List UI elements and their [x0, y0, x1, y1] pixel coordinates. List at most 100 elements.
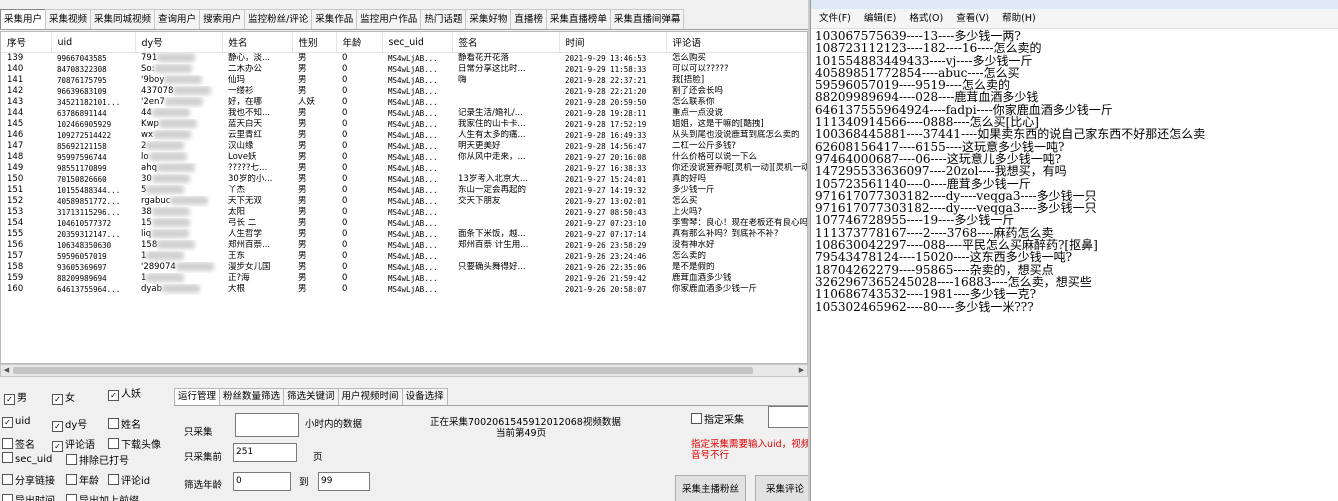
checkbox-box: ✓ — [2, 417, 13, 428]
settings-tab[interactable]: 粉丝数量筛选 — [219, 388, 285, 405]
table-cell: So: — [135, 64, 222, 75]
age-label: 筛选年龄 — [184, 480, 223, 491]
checkbox-label: sec_uid — [15, 454, 53, 465]
filter-other-checkbox[interactable]: ✓ 人妖 — [108, 385, 141, 401]
column-header[interactable]: 性别 — [292, 32, 337, 53]
table-cell: 2021-9-27 20:16:08 — [565, 153, 647, 162]
tab-item[interactable]: 采集作品 — [311, 9, 358, 29]
table-cell: 0 — [342, 284, 348, 294]
field-checkbox[interactable]: sec_uid — [2, 452, 52, 465]
tab-item[interactable]: 采集直播间弹幕 — [609, 9, 685, 29]
scroll-right-arrow-icon[interactable]: ▶ — [796, 365, 807, 376]
table-row[interactable]: 160 64613755964... dyab 大根 男 0 MS4wLjAB... 2021… — [1, 284, 807, 295]
settings-tab[interactable]: 设备选择 — [401, 388, 448, 405]
field-checkbox[interactable]: 分享链接 — [2, 472, 55, 487]
tab-item[interactable]: 采集同城视频 — [90, 9, 156, 29]
tab-item[interactable]: 采集好物 — [465, 9, 512, 29]
horizontal-scrollbar[interactable]: ◀ ▶ — [0, 364, 808, 377]
tab-item[interactable]: 采集视频 — [45, 9, 92, 29]
table-cell: 150 — [7, 174, 24, 184]
tab-item[interactable]: 查询用户 — [154, 9, 201, 29]
table-row[interactable]: 154 104610577372 15 弓长 二 男 0 MS4wLjAB... 2021-9… — [1, 218, 807, 229]
column-header[interactable]: dy号 — [135, 32, 223, 53]
cell-text: '2en7 — [141, 97, 165, 107]
table-row[interactable]: 140 84708322308 So: 二木办公 男 0 MS4wLjAB... 日常分享这比… — [1, 64, 807, 75]
specify-collect-checkbox[interactable]: 指定采集 — [691, 411, 744, 426]
table-row[interactable]: 151 10155488344... 5 丫杰 男 0 MS4wLjAB... 东山一定会再起… — [1, 185, 807, 196]
table-row[interactable]: 155 20359312147... liq 人生哲学 男 0 MS4wLjAB... 面条下… — [1, 229, 807, 240]
table-row[interactable]: 156 106348350630 158 郑州百萘... 男 0 MS4wLjAB... 郑州… — [1, 240, 807, 251]
field-checkbox[interactable]: ✓ uid — [2, 416, 30, 428]
tab-item[interactable]: 直播榜 — [510, 9, 547, 29]
notepad-text-area[interactable]: 103067575639----13----多少钱一两? 108723112123… — [815, 30, 1331, 313]
table-cell: 158 — [135, 240, 222, 251]
scrollbar-thumb[interactable] — [13, 367, 753, 374]
field-checkbox[interactable]: 年龄 — [66, 472, 99, 487]
tab-item[interactable]: 监控用户作品 — [356, 9, 422, 29]
tab-item[interactable]: 热门话题 — [420, 9, 467, 29]
table-row[interactable]: 146 109272514422 wx 云里青红 男 0 MS4wLjAB... 人生有太多的… — [1, 130, 807, 141]
specify-input[interactable] — [768, 406, 808, 428]
table-row[interactable]: 158 93605369697 '289074 漫步女儿国 男 0 MS4wLjAB... 只… — [1, 262, 807, 273]
collect-host-fans-button[interactable]: 采集主播粉丝 — [675, 475, 746, 501]
menu-item[interactable]: 文件(F) — [814, 9, 856, 28]
table-cell — [452, 218, 559, 229]
age-min-input[interactable]: 0 — [233, 472, 291, 491]
table-row[interactable]: 143 34521182101... '2en7 好，在哪 人妖 0 MS4wLjAB...… — [1, 97, 807, 108]
table-row[interactable]: 152 40589851772... rgabuc 天下无双 男 0 MS4wLjAB...… — [1, 196, 807, 207]
table-cell: 2021-9-28 19:28:11 — [565, 109, 647, 118]
table-row[interactable]: 144 63786891144 44 我也不知... 男 0 MS4wLjAB... 记录生活… — [1, 108, 807, 119]
field-checkbox[interactable]: ✓ dy号 — [52, 416, 87, 432]
table-row[interactable]: 153 31713115296... 38 太阳 男 0 MS4wLjAB... 2021-9… — [1, 207, 807, 218]
field-checkbox[interactable]: 排除已打号 — [66, 452, 129, 467]
column-header[interactable]: uid — [51, 32, 136, 53]
menu-item[interactable]: 编辑(E) — [859, 9, 901, 28]
field-checkbox[interactable]: 导出时间 — [2, 492, 55, 501]
table-row[interactable]: 159 88209989694 1 正?海 男 0 MS4wLjAB... 2021-9-26… — [1, 273, 807, 284]
scroll-left-arrow-icon[interactable]: ◀ — [1, 365, 12, 376]
column-header[interactable]: 签名 — [452, 32, 560, 53]
table-row[interactable]: 149 98551170899 ahq ?????七... 男 0 MS4wLjAB... 2… — [1, 163, 807, 174]
menu-item[interactable]: 查看(V) — [951, 9, 994, 28]
column-header[interactable]: sec_uid — [382, 32, 453, 53]
settings-tab[interactable]: 运行管理 — [174, 388, 221, 405]
table-cell: 0 — [342, 64, 348, 74]
filter-male-checkbox[interactable]: ✓ 男 — [4, 389, 27, 405]
field-checkbox[interactable]: ✓ 评论语 — [52, 436, 95, 452]
results-grid[interactable]: 序号 uid dy号 姓名 性别 年龄 sec_uid 签名 时间 评论语 139 99667043… — [0, 31, 808, 364]
table-row[interactable]: 148 95997596744 lo Love妖 男 0 MS4wLjAB... 你从风中走来… — [1, 152, 807, 163]
field-checkbox[interactable]: 导出加上前缀 — [66, 492, 139, 501]
column-header[interactable]: 评论语 — [666, 32, 807, 53]
field-checkbox[interactable]: 签名 — [2, 436, 35, 451]
tab-item[interactable]: 监控粉丝/评论 — [244, 9, 313, 29]
settings-tab[interactable]: 筛选关键词 — [283, 388, 339, 405]
table-row[interactable]: 141 70876175795 '9boy 仙玛 男 0 MS4wLjAB... 嗨 2021-… — [1, 75, 807, 86]
checkbox-label: 姓名 — [121, 420, 141, 431]
menu-item[interactable]: 帮助(H) — [997, 9, 1041, 28]
table-row[interactable]: 157 59596057019 1 王东 男 0 MS4wLjAB... 2021-9-26 … — [1, 251, 807, 262]
field-checkbox[interactable]: 姓名 — [108, 416, 141, 431]
menu-item[interactable]: 格式(O) — [904, 9, 948, 28]
tab-item[interactable]: 搜索用户 — [199, 9, 246, 29]
filter-female-checkbox[interactable]: ✓ 女 — [52, 389, 75, 405]
field-checkbox[interactable]: 下载头像 — [108, 436, 161, 451]
table-row[interactable]: 147 85692121158 2 汉山缘 男 0 MS4wLjAB... 明天更美好 2021… — [1, 141, 807, 152]
field-checkbox[interactable]: 评论id — [108, 472, 150, 487]
table-row[interactable]: 139 99667043585 791 静心，淡... 男 0 MS4wLjAB... 静看花… — [1, 53, 807, 65]
column-header[interactable]: 姓名 — [222, 32, 293, 53]
settings-tab[interactable]: 用户视频时间 — [337, 388, 403, 405]
pages-input[interactable]: 251 — [233, 443, 297, 462]
column-header[interactable]: 序号 — [1, 32, 52, 53]
table-row[interactable]: 150 70150826660 30 30岁的小... 男 0 MS4wLjAB... 13岁… — [1, 174, 807, 185]
column-header[interactable]: 年龄 — [336, 32, 383, 53]
table-row[interactable]: 142 96639683109 437078 一缕衫 男 0 MS4wLjAB... 2021… — [1, 86, 807, 97]
table-cell: MS4wLjAB... — [388, 109, 438, 118]
tab-item[interactable]: 采集直播榜单 — [545, 9, 611, 29]
checkbox-label: 签名 — [15, 440, 35, 451]
table-row[interactable]: 145 102466905929 Kwp 蓝天白天 男 0 MS4wLjAB... 我家住的山… — [1, 119, 807, 130]
column-header[interactable]: 时间 — [559, 32, 667, 53]
collect-comments-button[interactable]: 采集评论 — [755, 475, 808, 501]
hours-input[interactable] — [235, 413, 299, 437]
age-max-input[interactable]: 99 — [318, 472, 370, 491]
tab-item[interactable]: 采集用户 — [0, 9, 47, 29]
